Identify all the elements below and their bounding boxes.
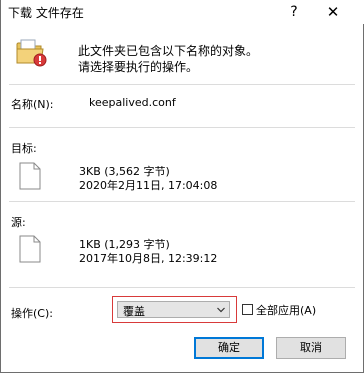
divider bbox=[9, 84, 355, 85]
title-bar[interactable]: 下载 文件存在 ? ✕ bbox=[1, 0, 364, 24]
operation-label: 操作(C): bbox=[11, 307, 53, 320]
operation-select-highlight: 覆盖 bbox=[112, 296, 237, 323]
operation-selected-value: 覆盖 bbox=[123, 305, 145, 318]
name-label: 名称(N): bbox=[11, 98, 54, 111]
source-modified: 2017年10月8日, 12:39:12 bbox=[79, 252, 218, 265]
ok-button[interactable]: 确定 bbox=[194, 337, 264, 359]
divider bbox=[9, 287, 355, 288]
file-icon bbox=[19, 162, 41, 190]
apply-all-label[interactable]: 全部应用(A) bbox=[256, 302, 316, 318]
target-modified: 2020年2月11日, 17:04:08 bbox=[79, 179, 218, 192]
file-icon bbox=[19, 235, 41, 263]
help-button[interactable]: ? bbox=[284, 2, 304, 22]
name-value: keepalived.conf bbox=[89, 96, 176, 109]
source-label: 源: bbox=[11, 216, 26, 229]
message-line-2: 请选择要执行的操作。 bbox=[78, 60, 199, 74]
close-button[interactable]: ✕ bbox=[323, 2, 343, 22]
chevron-down-icon bbox=[217, 307, 225, 313]
operation-select[interactable]: 覆盖 bbox=[117, 301, 230, 318]
folder-warning-icon bbox=[16, 39, 47, 67]
apply-all-checkbox[interactable] bbox=[242, 304, 253, 315]
file-exists-dialog: 下载 文件存在 ? ✕ 此文件夹已包含以下名称的对象。 请选择要执行的操作。 名… bbox=[0, 0, 364, 373]
cancel-button[interactable]: 取消 bbox=[276, 337, 346, 359]
divider bbox=[9, 127, 355, 128]
divider bbox=[9, 201, 355, 202]
target-label: 目标: bbox=[11, 142, 37, 155]
dialog-title: 下载 文件存在 bbox=[8, 6, 84, 20]
message-line-1: 此文件夹已包含以下名称的对象。 bbox=[78, 44, 259, 58]
